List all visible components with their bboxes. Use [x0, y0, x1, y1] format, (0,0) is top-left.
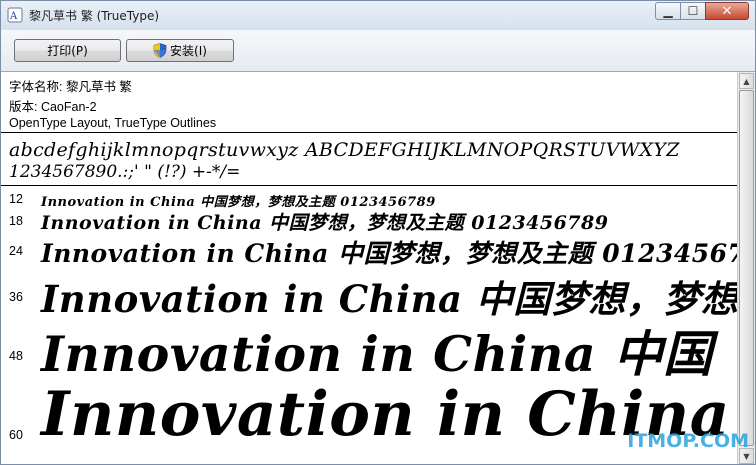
title-bar[interactable]: A 黎凡草书 繁 (TrueType) ▁ ☐ ✕ [1, 1, 755, 30]
print-button-label: 打印(P) [47, 44, 88, 58]
sample-row-48: 48 Innovation in China 中国 [1, 315, 737, 383]
sample-row-12: 12 Innovation in China 中国梦想，梦想及主题 012345… [1, 189, 737, 210]
install-button-label: 安装(I) [170, 44, 207, 58]
caption-buttons: ▁ ☐ ✕ [655, 2, 749, 22]
sample-row-60: 60 Innovation in China [1, 379, 737, 464]
sample-size-label: 36 [9, 290, 23, 304]
sample-text: Innovation in China 中国梦想，梦想及主题 012345678… [41, 239, 737, 268]
minimize-button[interactable]: ▁ [655, 2, 681, 20]
font-version-text: 版本: CaoFan-2 [9, 100, 97, 114]
sample-size-label: 24 [9, 244, 23, 258]
sample-size-label: 18 [9, 214, 23, 228]
install-button[interactable]: 安装(I) [126, 39, 234, 62]
size-samples: 12 Innovation in China 中国梦想，梦想及主题 012345… [1, 187, 737, 464]
chevron-up-icon: ▲ [743, 76, 750, 86]
minimize-icon: ▁ [663, 4, 673, 18]
uac-shield-icon [153, 43, 167, 58]
font-name-text: 字体名称: 黎凡草书 繁 [9, 80, 132, 94]
sample-row-24: 24 Innovation in China 中国梦想，梦想及主题 012345… [1, 233, 737, 269]
scroll-up-button[interactable]: ▲ [739, 73, 754, 89]
sample-text: Innovation in China 中国梦想，梦想及主题 012345678… [41, 212, 609, 234]
maximize-button[interactable]: ☐ [680, 2, 706, 20]
sample-size-label: 48 [9, 349, 23, 363]
charset-letters: abcdefghijklmnopqrstuvwxyz ABCDEFGHIJKLM… [9, 139, 680, 161]
font-icon: A [7, 7, 23, 23]
charset-symbols: 1234567890.:;' " (!?) +-*/= [9, 162, 241, 182]
vertical-scrollbar[interactable]: ▲ ▼ [737, 72, 755, 464]
sample-row-18: 18 Innovation in China 中国梦想，梦想及主题 012345… [1, 207, 737, 235]
toolbar: 打印(P) 安装(I) [1, 30, 755, 72]
font-info: 字体名称: 黎凡草书 繁 版本: CaoFan-2 OpenType Layou… [1, 72, 737, 132]
site-watermark: ITMOP.COM [627, 430, 749, 452]
scroll-thumb[interactable] [739, 90, 754, 446]
sample-row-36: 36 Innovation in China 中国梦想，梦想 [1, 267, 737, 321]
sample-size-label: 60 [9, 428, 23, 442]
character-set-preview: abcdefghijklmnopqrstuvwxyz ABCDEFGHIJKLM… [1, 133, 737, 185]
sample-size-label: 12 [9, 192, 23, 206]
sample-text: Innovation in China 中国 [41, 325, 713, 383]
divider [1, 185, 737, 186]
chevron-down-icon: ▼ [743, 451, 750, 461]
close-button[interactable]: ✕ [705, 2, 749, 20]
print-button[interactable]: 打印(P) [14, 39, 121, 62]
maximize-icon: ☐ [687, 4, 699, 18]
window-title: 黎凡草书 繁 (TrueType) [29, 9, 160, 23]
font-viewer-window: A 黎凡草书 繁 (TrueType) ▁ ☐ ✕ 打印(P) 安装(I) 字体… [0, 0, 756, 465]
svg-text:A: A [9, 11, 18, 22]
close-icon: ✕ [721, 3, 733, 19]
font-outline-text: OpenType Layout, TrueType Outlines [9, 116, 217, 130]
